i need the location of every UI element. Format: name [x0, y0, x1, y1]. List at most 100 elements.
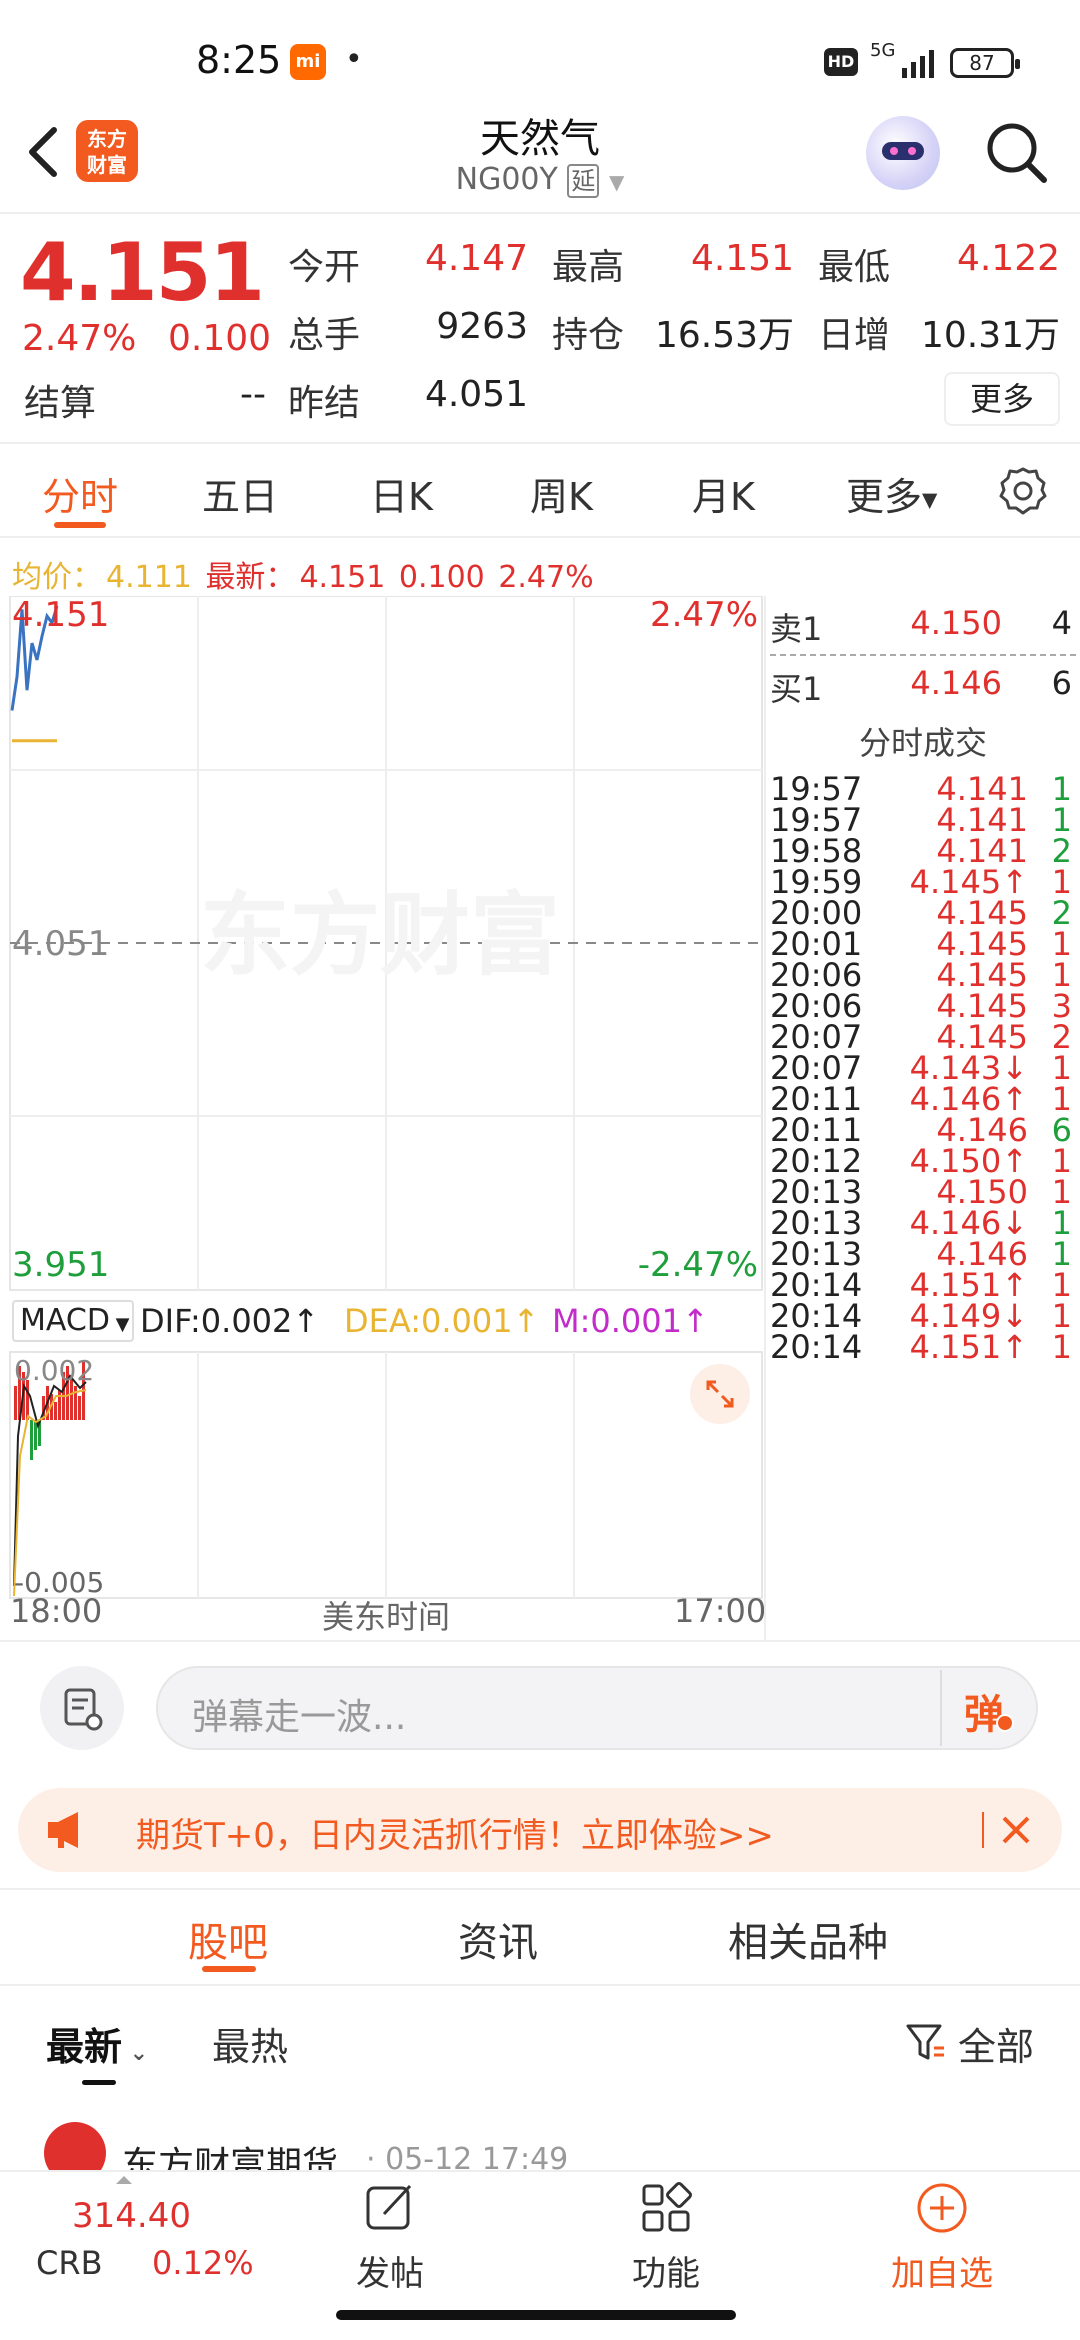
signal-icon — [902, 50, 934, 78]
nav-add-watchlist[interactable]: 加自选 — [842, 2246, 1042, 2295]
tab-more-label: 更多 — [846, 475, 923, 519]
home-indicator[interactable] — [336, 2310, 736, 2320]
bid-volume: 6 — [1051, 664, 1072, 702]
tab-daily-k[interactable]: 日K — [370, 466, 433, 521]
y-tick-mid: 4.051 — [12, 924, 109, 964]
danmu-settings-icon[interactable] — [40, 1666, 124, 1750]
divider — [940, 1670, 942, 1746]
bid-price: 4.146 — [910, 664, 1002, 702]
pct-tick-top: 2.47% — [650, 596, 758, 635]
last-price: 4.151 — [20, 226, 265, 319]
tab-active-indicator — [54, 522, 106, 528]
bid-label: 买1 — [770, 670, 823, 708]
filter-hot[interactable]: 最热 — [212, 2016, 288, 2071]
stat-label-settlement: 结算 — [24, 383, 97, 424]
y-tick-top: 4.151 — [12, 596, 109, 635]
tab-intraday[interactable]: 分时 — [42, 466, 118, 521]
macd-dif: DIF:0.002↑ — [140, 1302, 320, 1340]
ask-price: 4.150 — [910, 604, 1002, 642]
time-axis-end: 17:00 — [674, 1592, 767, 1630]
ask-label: 卖1 — [770, 610, 823, 648]
time-axis-start: 18:00 — [10, 1592, 103, 1630]
stat-label-volume: 总手 — [288, 315, 361, 356]
stat-value-low: 4.122 — [956, 238, 1060, 279]
change-amount: 0.100 — [168, 318, 272, 359]
stat-label-low: 最低 — [818, 247, 891, 288]
tab-news[interactable]: 资讯 — [458, 1910, 538, 1968]
crb-index-name[interactable]: CRB — [36, 2244, 103, 2282]
y-tick-bottom: 3.951 — [12, 1245, 109, 1285]
filter-latest-label: 最新 — [46, 2025, 123, 2069]
tick-price: 4.151↑ — [909, 1328, 1028, 1366]
tick-row: 20:14 4.151↑ 1 — [770, 1328, 1076, 1374]
ticks-title: 分时成交 — [858, 724, 987, 762]
macd-selector[interactable]: MACD ▼ — [12, 1300, 134, 1342]
crb-index-value[interactable]: 314.40 — [72, 2196, 191, 2236]
divider — [982, 1812, 984, 1848]
divider — [0, 1888, 1080, 1890]
search-icon[interactable] — [982, 118, 1052, 188]
divider — [0, 442, 1080, 444]
watermark: 东方财富 — [200, 883, 560, 988]
gear-icon[interactable] — [998, 466, 1048, 516]
filter-latest[interactable]: 最新 ⌄ — [46, 2016, 148, 2071]
stat-value-high: 4.151 — [690, 238, 794, 279]
mi-icon: mi — [290, 44, 326, 80]
hd-icon: HD — [824, 48, 858, 76]
order-book-ask: 卖1 4.150 4 — [770, 604, 1076, 650]
pct-tick-bottom: -2.47% — [638, 1245, 758, 1285]
tab-more[interactable]: 更多▼ — [846, 466, 937, 521]
stat-label-daily-increase: 日增 — [818, 315, 891, 356]
tab-five-day[interactable]: 五日 — [202, 466, 278, 521]
status-time: 8:25 — [196, 38, 282, 82]
stat-label-high: 最高 — [552, 247, 625, 288]
tab-weekly-k[interactable]: 周K — [530, 466, 593, 521]
latest-label: 最新： — [205, 560, 296, 595]
macd-m: M:0.001↑ — [552, 1302, 709, 1340]
add-circle-icon[interactable] — [914, 2180, 970, 2236]
danmu-toggle-check — [996, 1714, 1014, 1732]
change-percent: 2.47% — [22, 318, 137, 359]
caret-down-icon: ▼ — [109, 1314, 130, 1335]
promo-text[interactable]: 期货T+0，日内灵活抓行情！立即体验>> — [136, 1808, 774, 1857]
stat-value-volume: 9263 — [436, 306, 528, 347]
divider — [0, 1984, 1080, 1986]
caret-down-icon: ▼ — [608, 170, 625, 194]
notification-dot: • — [345, 42, 363, 77]
caret-up-icon — [116, 2176, 132, 2184]
latest-value: 4.151 — [299, 560, 386, 595]
stat-label-open-interest: 持仓 — [552, 315, 625, 356]
danmu-toggle-icon[interactable]: 弹 — [964, 1682, 1004, 1740]
stat-value-open: 4.147 — [424, 238, 528, 279]
time-axis-timezone: 美东时间 — [322, 1598, 451, 1636]
macd-selector-label: MACD — [20, 1303, 110, 1338]
chevron-down-icon: ⌄ — [122, 2041, 149, 2066]
divider — [0, 1640, 1080, 1642]
battery-icon: 87 — [950, 48, 1020, 78]
tab-monthly-k[interactable]: 月K — [692, 466, 755, 521]
stat-value-open-interest: 16.53万 — [654, 315, 794, 356]
tick-time: 20:14 — [770, 1328, 863, 1366]
grid-icon[interactable] — [638, 2180, 694, 2236]
expand-icon[interactable] — [690, 1364, 750, 1424]
stat-value-settlement: -- — [240, 374, 266, 415]
crb-index-change[interactable]: 0.12% — [152, 2244, 254, 2282]
nav-post[interactable]: 发帖 — [290, 2246, 490, 2295]
network-type: 5G — [870, 40, 896, 61]
edit-icon[interactable] — [362, 2180, 418, 2236]
intraday-chart[interactable]: 东方财富 4.151 2.47% 4.051 3.951 -2.47% 0.00… — [0, 596, 764, 1640]
close-icon[interactable] — [996, 1810, 1036, 1850]
nav-functions[interactable]: 功能 — [566, 2246, 766, 2295]
more-stats-button[interactable]: 更多 — [944, 372, 1060, 426]
filter-active-indicator — [82, 2080, 116, 2085]
filter-icon[interactable] — [904, 2020, 948, 2064]
ask-volume: 4 — [1051, 604, 1072, 642]
tab-related[interactable]: 相关品种 — [728, 1910, 888, 1968]
latest-change: 0.100 — [398, 560, 485, 595]
avg-label: 均价： — [12, 560, 102, 595]
filter-all[interactable]: 全部 — [958, 2016, 1034, 2071]
tick-volume: 1 — [1051, 1328, 1072, 1366]
tab-forum[interactable]: 股吧 — [188, 1910, 268, 1968]
robot-assistant-icon[interactable] — [866, 116, 940, 190]
avg-value: 4.111 — [106, 560, 192, 595]
